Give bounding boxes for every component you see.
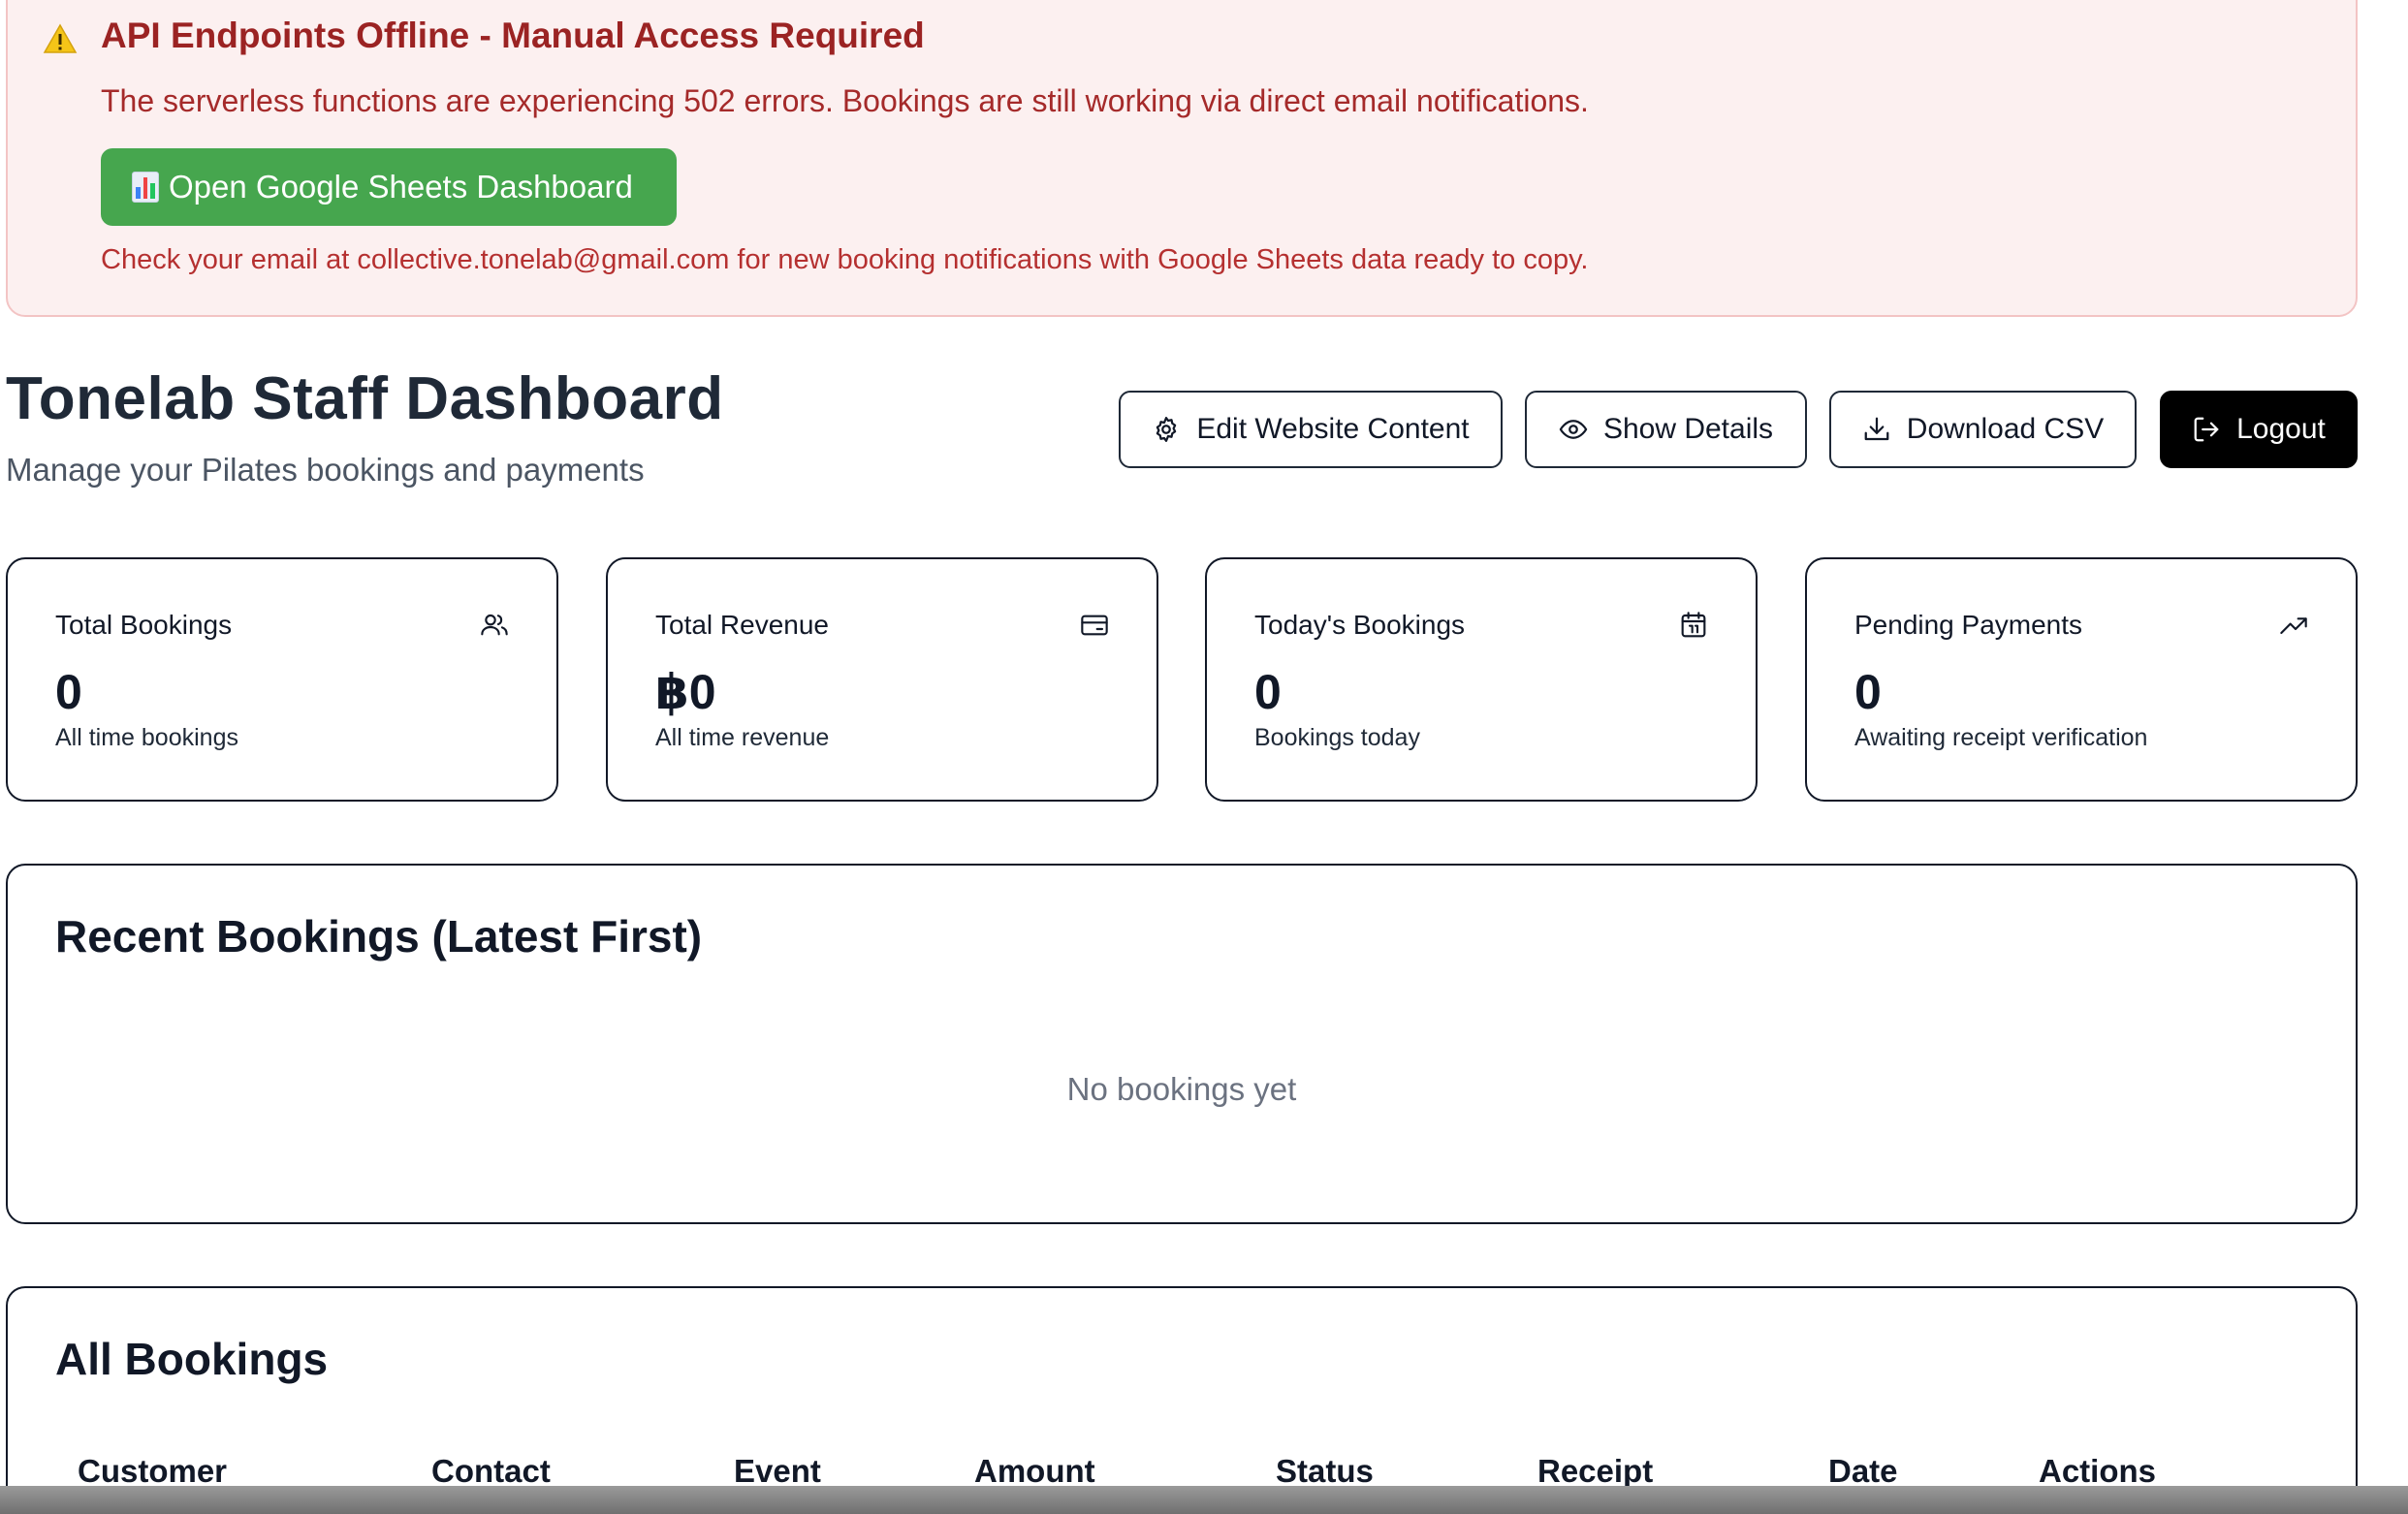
edit-website-content-label: Edit Website Content <box>1196 413 1470 445</box>
trending-up-icon <box>2280 617 2307 635</box>
column-header-receipt: Receipt <box>1537 1453 1654 1489</box>
total-revenue-card: Total Revenue ฿0 All time revenue <box>606 557 1158 802</box>
all-bookings-title: All Bookings <box>55 1334 329 1384</box>
column-header-date: Date <box>1828 1453 1898 1489</box>
page-title: Tonelab Staff Dashboard <box>6 365 724 432</box>
stat-label: Total Bookings <box>55 610 233 640</box>
api-offline-alert: API Endpoints Offline - Manual Access Re… <box>6 0 2358 317</box>
todays-bookings-card: Today's Bookings 0 Bookings today <box>1205 557 1758 802</box>
column-header-status: Status <box>1276 1453 1374 1489</box>
horizontal-scrollbar[interactable] <box>0 1486 2408 1514</box>
warning-icon <box>43 23 78 53</box>
show-details-button[interactable]: Show Details <box>1525 391 1807 468</box>
column-header-amount: Amount <box>974 1453 1095 1489</box>
stat-subtext: Awaiting receipt verification <box>1854 724 2148 751</box>
total-bookings-card: Total Bookings 0 All time bookings <box>6 557 558 802</box>
credit-card-icon <box>1081 615 1108 636</box>
download-icon <box>1864 417 1889 441</box>
stat-label: Pending Payments <box>1854 610 2083 640</box>
download-csv-label: Download CSV <box>1906 413 2105 445</box>
logout-button[interactable]: Logout <box>2160 391 2358 468</box>
stat-label: Total Revenue <box>655 610 830 640</box>
stat-value: 0 <box>1254 665 1282 719</box>
stat-subtext: All time bookings <box>55 724 238 751</box>
download-csv-button[interactable]: Download CSV <box>1829 391 2137 468</box>
users-icon <box>481 614 508 636</box>
eye-icon <box>1559 420 1588 439</box>
recent-bookings-title: Recent Bookings (Latest First) <box>55 911 703 962</box>
all-bookings-panel: All Bookings Customer Contact Event Amou… <box>6 1286 2358 1514</box>
show-details-label: Show Details <box>1602 413 1774 445</box>
gear-icon <box>1156 417 1177 442</box>
column-header-event: Event <box>734 1453 821 1489</box>
edit-website-content-button[interactable]: Edit Website Content <box>1119 391 1503 468</box>
stat-value: ฿0 <box>655 665 716 719</box>
alert-title: API Endpoints Offline - Manual Access Re… <box>101 16 925 55</box>
empty-bookings-message: No bookings yet <box>1066 1071 1297 1107</box>
stat-label: Today's Bookings <box>1254 610 1466 640</box>
open-google-sheets-button[interactable]: Open Google Sheets Dashboard <box>101 148 677 226</box>
logout-label: Logout <box>2236 413 2326 445</box>
stat-subtext: Bookings today <box>1254 724 1420 751</box>
alert-note: Check your email at collective.tonelab@g… <box>101 244 1589 275</box>
bar-chart-icon <box>132 172 159 203</box>
column-header-contact: Contact <box>431 1453 551 1489</box>
stat-value: 0 <box>1854 665 1882 719</box>
page-subtitle: Manage your Pilates bookings and payment… <box>6 452 645 488</box>
column-header-actions: Actions <box>2039 1453 2157 1489</box>
pending-payments-card: Pending Payments 0 Awaiting receipt veri… <box>1805 557 2358 802</box>
column-header-customer: Customer <box>78 1453 228 1489</box>
recent-bookings-panel: Recent Bookings (Latest First) No bookin… <box>6 864 2358 1224</box>
alert-message: The serverless functions are experiencin… <box>101 83 1589 118</box>
stat-value: 0 <box>55 665 82 719</box>
logout-icon <box>2194 417 2219 442</box>
stat-subtext: All time revenue <box>655 724 830 751</box>
open-google-sheets-label: Open Google Sheets Dashboard <box>169 169 633 205</box>
calendar-icon <box>1681 612 1706 638</box>
